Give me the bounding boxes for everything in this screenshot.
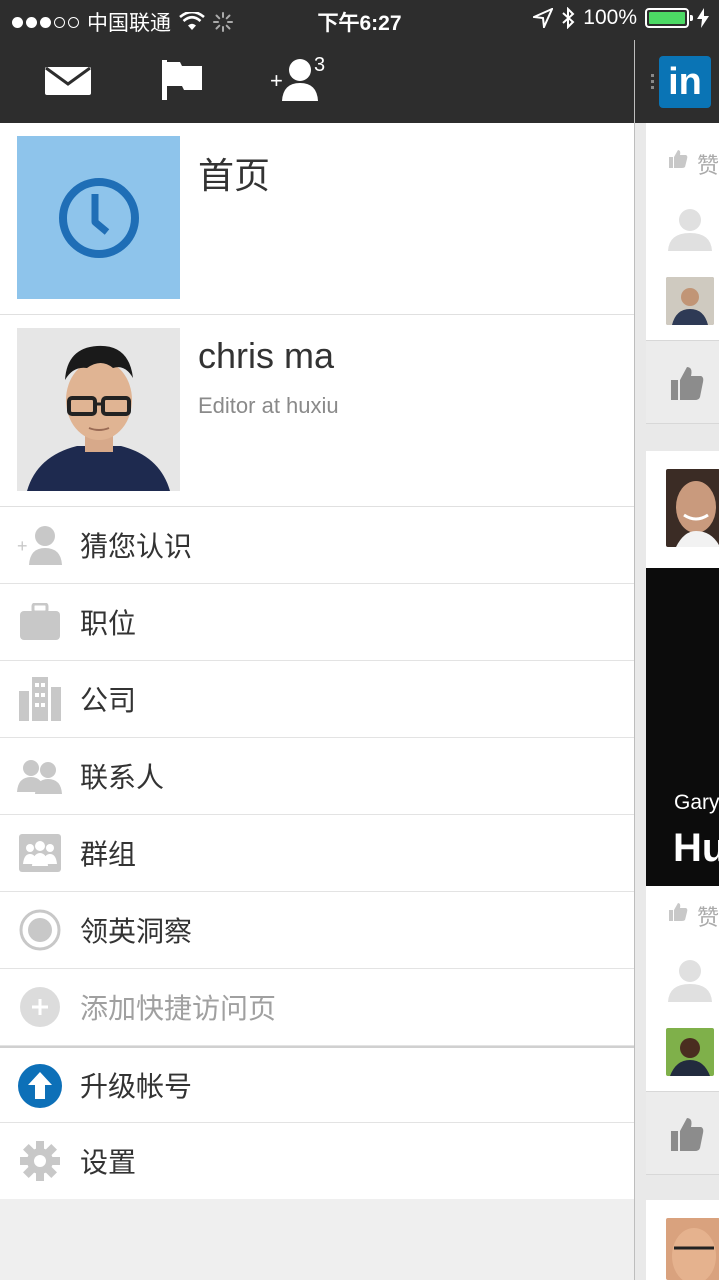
- battery-icon: [645, 8, 693, 28]
- thumbs-up-icon: [671, 1118, 704, 1151]
- building-icon: [17, 676, 63, 722]
- add-person-icon: +: [17, 522, 63, 568]
- like-button-box[interactable]: [646, 340, 719, 424]
- menu-item-settings[interactable]: 设置: [0, 1123, 634, 1200]
- invitations-add-person-icon[interactable]: +: [270, 56, 318, 102]
- pulse-icon: [17, 907, 63, 953]
- charging-bolt-icon: [697, 8, 709, 28]
- location-arrow-icon: [533, 8, 554, 28]
- drawer-menu: + 猜您认识 职位 公司 联系人 群组 领英洞察 添加快捷访问页 升级帐号 设置: [0, 507, 634, 1200]
- side-drawer: 首页 chris ma Editor at huxiu + 猜您认识 职位 公司…: [0, 123, 634, 1280]
- drawer-footer: [0, 1199, 634, 1280]
- thumbs-up-icon: [671, 367, 704, 400]
- menu-label: 公司: [80, 685, 137, 716]
- video-caption-small: Gary: [674, 791, 719, 814]
- feed-card-3: 赞: [646, 886, 719, 1091]
- video-caption-big: Hu: [673, 826, 719, 870]
- menu-label: 群组: [80, 839, 137, 870]
- menu-item-upgrade[interactable]: 升级帐号: [0, 1046, 634, 1123]
- menu-label: 升级帐号: [80, 1071, 193, 1102]
- status-right: 100%: [533, 6, 709, 30]
- bluetooth-icon: [562, 7, 575, 29]
- clock-icon: [58, 177, 139, 258]
- plus-circle-icon: [17, 984, 63, 1030]
- menu-label: 添加快捷访问页: [80, 993, 277, 1024]
- author-avatar[interactable]: [666, 1218, 719, 1280]
- profile-row[interactable]: chris ma Editor at huxiu: [0, 315, 634, 507]
- feed-card-4: [646, 1200, 719, 1280]
- contacts-icon: [17, 753, 63, 799]
- status-bar: 中国联通 下午6:27 100%: [0, 0, 719, 40]
- svg-text:+: +: [270, 68, 283, 93]
- feed-peek-panel[interactable]: in 赞 Gary Hu 赞: [634, 40, 719, 1280]
- home-title: 首页: [198, 155, 271, 196]
- top-toolbar: + 3: [0, 40, 634, 123]
- menu-label: 联系人: [80, 762, 165, 793]
- profile-name: chris ma: [198, 335, 335, 376]
- profile-avatar: [17, 328, 180, 491]
- video-thumbnail[interactable]: Gary Hu: [646, 568, 719, 886]
- battery-percent: 100%: [583, 6, 637, 29]
- menu-label: 猜您认识: [80, 531, 193, 562]
- like-small-icon: [669, 150, 688, 168]
- menu-label: 职位: [80, 608, 137, 639]
- linkedin-logo[interactable]: in: [659, 56, 711, 108]
- home-tile: [17, 136, 180, 299]
- briefcase-icon: [17, 599, 63, 645]
- notifications-flag-icon[interactable]: [162, 60, 204, 102]
- menu-item-jobs[interactable]: 职位: [0, 584, 634, 661]
- like-button-box-2[interactable]: [646, 1091, 719, 1175]
- mail-icon[interactable]: [45, 67, 91, 95]
- profile-headline: Editor at huxiu: [198, 393, 339, 418]
- home-row[interactable]: 首页: [0, 123, 634, 315]
- author-avatar[interactable]: [666, 469, 719, 547]
- commenter-avatar[interactable]: [666, 277, 714, 325]
- like-label: 赞: [697, 153, 719, 178]
- like-small-icon: [669, 903, 688, 921]
- menu-item-pulse[interactable]: 领英洞察: [0, 892, 634, 969]
- menu-item-companies[interactable]: 公司: [0, 661, 634, 738]
- invitations-badge: 3: [314, 54, 326, 76]
- drag-grip-icon[interactable]: [651, 74, 654, 77]
- app-root: 中国联通 下午6:27 100% + 3 首页 chris ma Editor …: [0, 0, 719, 1280]
- menu-label: 领英洞察: [80, 916, 193, 947]
- menu-item-people-you-may-know[interactable]: + 猜您认识: [0, 507, 634, 584]
- gear-icon: [17, 1138, 63, 1184]
- commenter-avatar[interactable]: [666, 1028, 714, 1076]
- upgrade-arrow-icon: [17, 1063, 63, 1109]
- menu-item-add-shortcut[interactable]: 添加快捷访问页: [0, 969, 634, 1046]
- feed-card-2: [646, 451, 719, 568]
- menu-item-groups[interactable]: 群组: [0, 815, 634, 892]
- group-icon: [17, 830, 63, 876]
- person-placeholder-icon: [668, 960, 712, 1002]
- svg-text:+: +: [17, 536, 28, 556]
- feed-header: in: [635, 40, 719, 123]
- person-placeholder-icon: [668, 209, 712, 251]
- like-label: 赞: [697, 905, 719, 930]
- menu-label: 设置: [80, 1147, 137, 1178]
- menu-item-connections[interactable]: 联系人: [0, 738, 634, 815]
